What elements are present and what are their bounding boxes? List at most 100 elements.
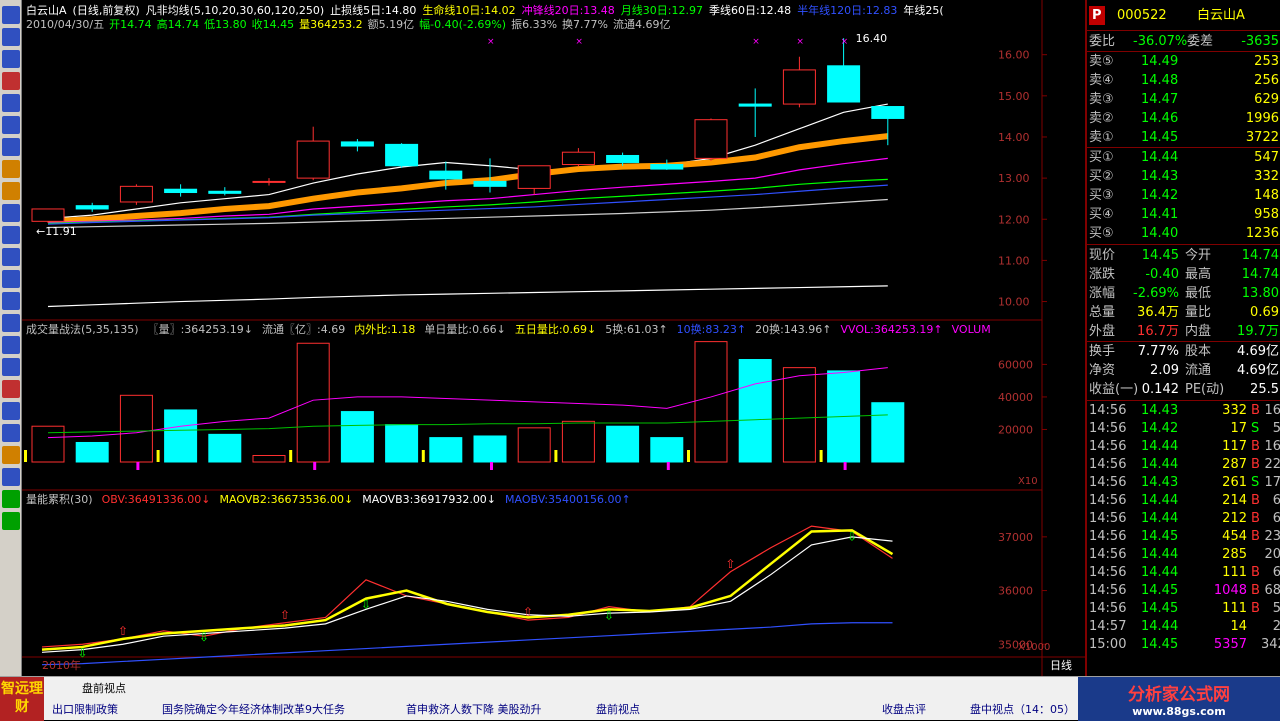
stat-row[interactable]: 现价 14.45 今开 14.74	[1087, 246, 1280, 265]
toolbar-button-icon[interactable]	[2, 336, 20, 354]
stat-row[interactable]: 涨跌 -0.40 最高 14.74	[1087, 265, 1280, 284]
tick-row[interactable]: 15:00 14.45 5357 342	[1087, 636, 1280, 654]
volume-bar[interactable]	[473, 435, 507, 463]
toolbar-button-icon[interactable]	[2, 292, 20, 310]
chart-canvas[interactable]: 16.00 15.00 14.00 13.00 12.00 11.00 10.00 × × × × ×…	[22, 0, 1085, 676]
candle-body[interactable]	[517, 165, 551, 189]
volume-bar[interactable]	[738, 359, 772, 463]
candle-body[interactable]	[782, 69, 816, 105]
news-item[interactable]: 收盘点评	[882, 701, 926, 717]
buy-row[interactable]: 买④ 14.41 958	[1087, 205, 1280, 224]
candle-body[interactable]	[75, 205, 109, 210]
stat2-row[interactable]: 换手 7.77% 股本 4.69亿	[1087, 342, 1280, 361]
tick-row[interactable]: 14:56 14.45 1048 B 68	[1087, 582, 1280, 600]
toolbar-button-icon[interactable]	[2, 270, 20, 288]
candle-body[interactable]	[738, 103, 772, 107]
tick-row[interactable]: 14:57 14.44 14 2	[1087, 618, 1280, 636]
toolbar-button-icon[interactable]	[2, 6, 20, 24]
tick-row[interactable]: 14:56 14.42 17 S 5	[1087, 420, 1280, 438]
candle-body[interactable]	[606, 154, 640, 163]
candle-body[interactable]	[385, 143, 419, 167]
buy-row[interactable]: 买③ 14.42 148	[1087, 186, 1280, 205]
candle-body[interactable]	[561, 151, 595, 166]
toolbar-button-icon[interactable]	[2, 226, 20, 244]
stat-row[interactable]: 外盘 16.7万 内盘 19.7万	[1087, 322, 1280, 341]
volume-bar[interactable]	[782, 367, 816, 463]
volume-bar[interactable]	[119, 394, 153, 463]
candle-body[interactable]	[296, 140, 330, 179]
weibi-row[interactable]: 委比 -36.07% 委差 -3635	[1087, 32, 1280, 51]
tick-row[interactable]: 14:56 14.45 454 B 23	[1087, 528, 1280, 546]
sell-row[interactable]: 卖① 14.45 3722	[1087, 128, 1280, 147]
toolbar-button-icon[interactable]	[2, 116, 20, 134]
tick-row[interactable]: 14:56 14.44 212 B 6	[1087, 510, 1280, 528]
candle-body[interactable]	[340, 141, 374, 147]
volume-bar[interactable]	[31, 425, 65, 463]
toolbar-button-icon[interactable]	[2, 446, 20, 464]
buy-row[interactable]: 买① 14.44 547	[1087, 148, 1280, 167]
stat-row[interactable]: 涨幅 -2.69% 最低 13.80	[1087, 284, 1280, 303]
candle-body[interactable]	[650, 164, 684, 170]
tick-row[interactable]: 14:56 14.44 111 B 6	[1087, 564, 1280, 582]
candle-body[interactable]	[164, 188, 198, 194]
sell-row[interactable]: 卖⑤ 14.49 253	[1087, 52, 1280, 71]
news-item[interactable]: 盘中视点（14：05）	[970, 701, 1075, 717]
volume-bar[interactable]	[75, 441, 109, 463]
toolbar-button-icon[interactable]	[2, 72, 20, 90]
volume-bar[interactable]	[561, 420, 595, 463]
volume-bar[interactable]	[296, 342, 330, 463]
toolbar-button-icon[interactable]	[2, 512, 20, 530]
tick-row[interactable]: 14:56 14.44 214 B 6	[1087, 492, 1280, 510]
news-item[interactable]: 首申救济人数下降 美股劲升	[406, 701, 542, 717]
toolbar-button-icon[interactable]	[2, 138, 20, 156]
stat-row[interactable]: 总量 36.4万 量比 0.69	[1087, 303, 1280, 322]
volume-bar[interactable]	[650, 437, 684, 463]
volume-bar[interactable]	[429, 437, 463, 463]
toolbar-button-icon[interactable]	[2, 204, 20, 222]
toolbar-button-icon[interactable]	[2, 380, 20, 398]
toolbar-button-icon[interactable]	[2, 358, 20, 376]
toolbar-button-icon[interactable]	[2, 248, 20, 266]
volume-bar[interactable]	[252, 454, 286, 463]
news-item[interactable]: 国务院确定今年经济体制改革9大任务	[162, 701, 345, 717]
sell-row[interactable]: 卖② 14.46 1996	[1087, 109, 1280, 128]
tick-row[interactable]: 14:56 14.44 285 20	[1087, 546, 1280, 564]
candle-body[interactable]	[827, 65, 861, 103]
stat2-row[interactable]: 净资 2.09 流通 4.69亿	[1087, 361, 1280, 380]
volume-bar[interactable]	[871, 402, 905, 463]
quote-title[interactable]: P 000522 白云山A	[1087, 6, 1280, 25]
toolbar-button-icon[interactable]	[2, 160, 20, 178]
toolbar-button-icon[interactable]	[2, 490, 20, 508]
toolbar-button-icon[interactable]	[2, 468, 20, 486]
toolbar-button-icon[interactable]	[2, 28, 20, 46]
volume-bar[interactable]	[340, 411, 374, 463]
tick-row[interactable]: 14:56 14.43 332 B 16	[1087, 402, 1280, 420]
toolbar-button-icon[interactable]	[2, 182, 20, 200]
news-item[interactable]: 盘前视点	[596, 701, 640, 717]
volume-bar[interactable]	[164, 409, 198, 463]
candle-body[interactable]	[119, 185, 153, 203]
volume-bar[interactable]	[517, 427, 551, 463]
stat2-row[interactable]: 收益(一) 0.142 PE(动) 25.5	[1087, 380, 1280, 399]
toolbar-button-icon[interactable]	[2, 314, 20, 332]
candle-body[interactable]	[473, 180, 507, 187]
tick-row[interactable]: 14:56 14.45 111 B 5	[1087, 600, 1280, 618]
buy-row[interactable]: 买⑤ 14.40 1236	[1087, 224, 1280, 243]
toolbar-button-icon[interactable]	[2, 402, 20, 420]
candle-body[interactable]	[429, 170, 463, 180]
buy-row[interactable]: 买② 14.43 332	[1087, 167, 1280, 186]
volume-bar[interactable]	[385, 424, 419, 463]
volume-bar[interactable]	[606, 425, 640, 463]
period-tab[interactable]: 日线	[1050, 658, 1072, 672]
candle-body[interactable]	[694, 119, 728, 159]
sell-row[interactable]: 卖④ 14.48 256	[1087, 71, 1280, 90]
volume-bar[interactable]	[208, 433, 242, 463]
tick-row[interactable]: 14:56 14.43 261 S 17	[1087, 474, 1280, 492]
tick-row[interactable]: 14:56 14.44 287 B 22	[1087, 456, 1280, 474]
sell-row[interactable]: 卖③ 14.47 629	[1087, 90, 1280, 109]
tick-row[interactable]: 14:56 14.44 117 B 16	[1087, 438, 1280, 456]
candle-body[interactable]	[31, 208, 65, 222]
toolbar-button-icon[interactable]	[2, 424, 20, 442]
candle-body[interactable]	[208, 190, 242, 194]
volume-bar[interactable]	[694, 341, 728, 463]
